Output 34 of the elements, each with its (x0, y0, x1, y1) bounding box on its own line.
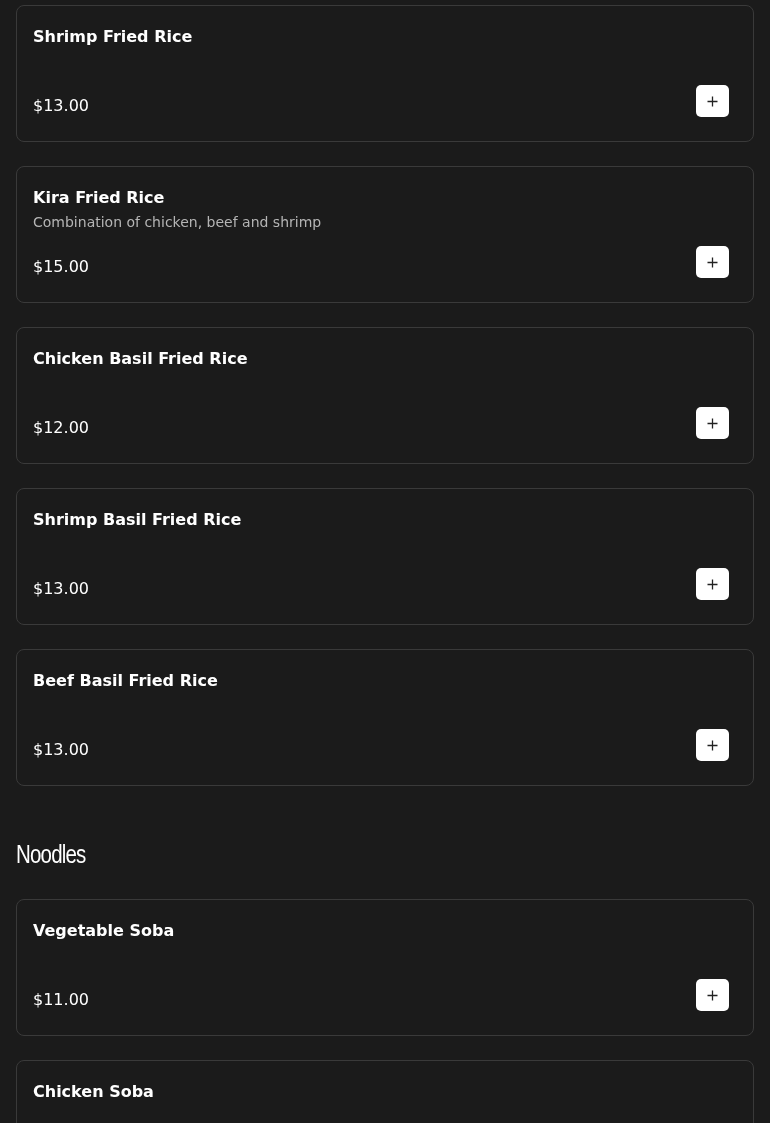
dish-name: Shrimp Fried Rice (33, 26, 194, 48)
plus-icon (707, 95, 718, 107)
add-button[interactable] (696, 246, 729, 278)
menu-item-card[interactable]: Vegetable Soba $11.00 (16, 899, 754, 1036)
dish-name: Beef Basil Fried Rice (33, 670, 219, 692)
add-button[interactable] (696, 407, 729, 439)
add-button[interactable] (696, 85, 729, 117)
dish-price: $13.00 (33, 578, 89, 600)
dish-price: $11.00 (33, 989, 89, 1011)
menu-item-card[interactable]: Shrimp Basil Fried Rice $13.00 (16, 488, 754, 625)
dish-price: $12.00 (33, 417, 89, 439)
menu-item-card[interactable]: Chicken Soba (16, 1060, 754, 1123)
menu-item-card[interactable]: Beef Basil Fried Rice $13.00 (16, 649, 754, 786)
plus-icon (707, 256, 718, 268)
dish-name: Kira Fried Rice (33, 187, 166, 209)
dish-name: Vegetable Soba (33, 920, 176, 942)
dish-price: $13.00 (33, 739, 89, 761)
plus-icon (707, 739, 718, 751)
dish-description: Combination of chicken, beef and shrimp (33, 213, 323, 232)
menu-item-card[interactable]: Shrimp Fried Rice $13.00 (16, 5, 754, 142)
plus-icon (707, 578, 718, 590)
plus-icon (707, 989, 718, 1001)
add-button[interactable] (696, 979, 729, 1011)
section-heading: Noodles (16, 839, 86, 870)
dish-price: $13.00 (33, 95, 89, 117)
dish-price: $15.00 (33, 256, 89, 278)
dish-name: Chicken Soba (33, 1081, 155, 1103)
dish-name: Shrimp Basil Fried Rice (33, 509, 243, 531)
dish-name: Chicken Basil Fried Rice (33, 348, 249, 370)
plus-icon (707, 417, 718, 429)
add-button[interactable] (696, 729, 729, 761)
menu-item-card[interactable]: Kira Fried Rice Combination of chicken, beef and shrimp $15.00 (16, 166, 754, 303)
menu-item-card[interactable]: Chicken Basil Fried Rice $12.00 (16, 327, 754, 464)
add-button[interactable] (696, 568, 729, 600)
